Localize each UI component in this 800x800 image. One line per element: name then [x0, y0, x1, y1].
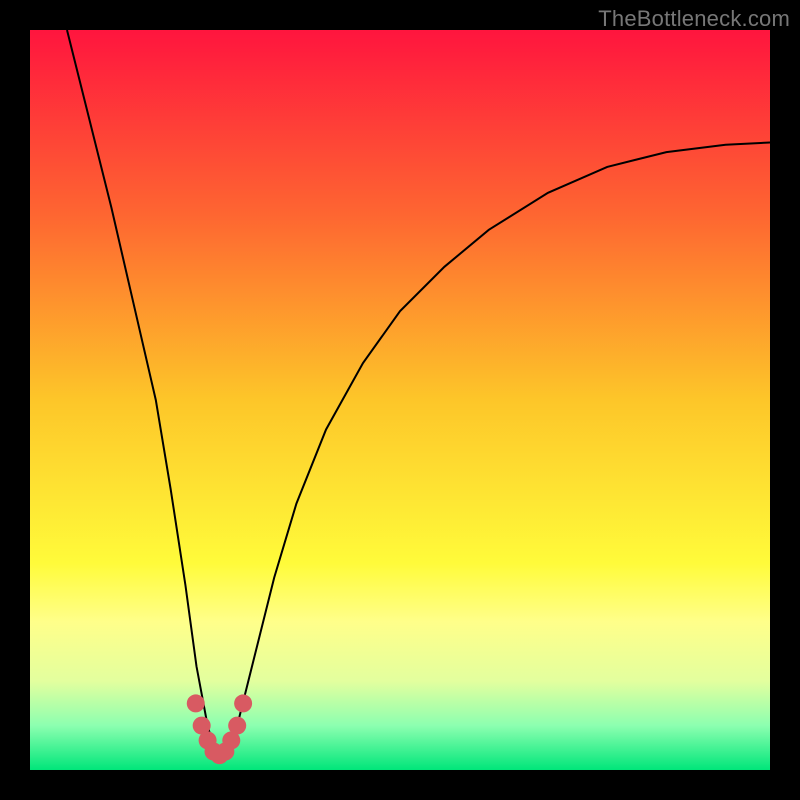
valley-dot	[228, 717, 246, 735]
chart-frame	[30, 30, 770, 770]
valley-dot	[187, 694, 205, 712]
bottleneck-chart	[30, 30, 770, 770]
watermark-text: TheBottleneck.com	[598, 6, 790, 32]
chart-background	[30, 30, 770, 770]
valley-dot	[234, 694, 252, 712]
